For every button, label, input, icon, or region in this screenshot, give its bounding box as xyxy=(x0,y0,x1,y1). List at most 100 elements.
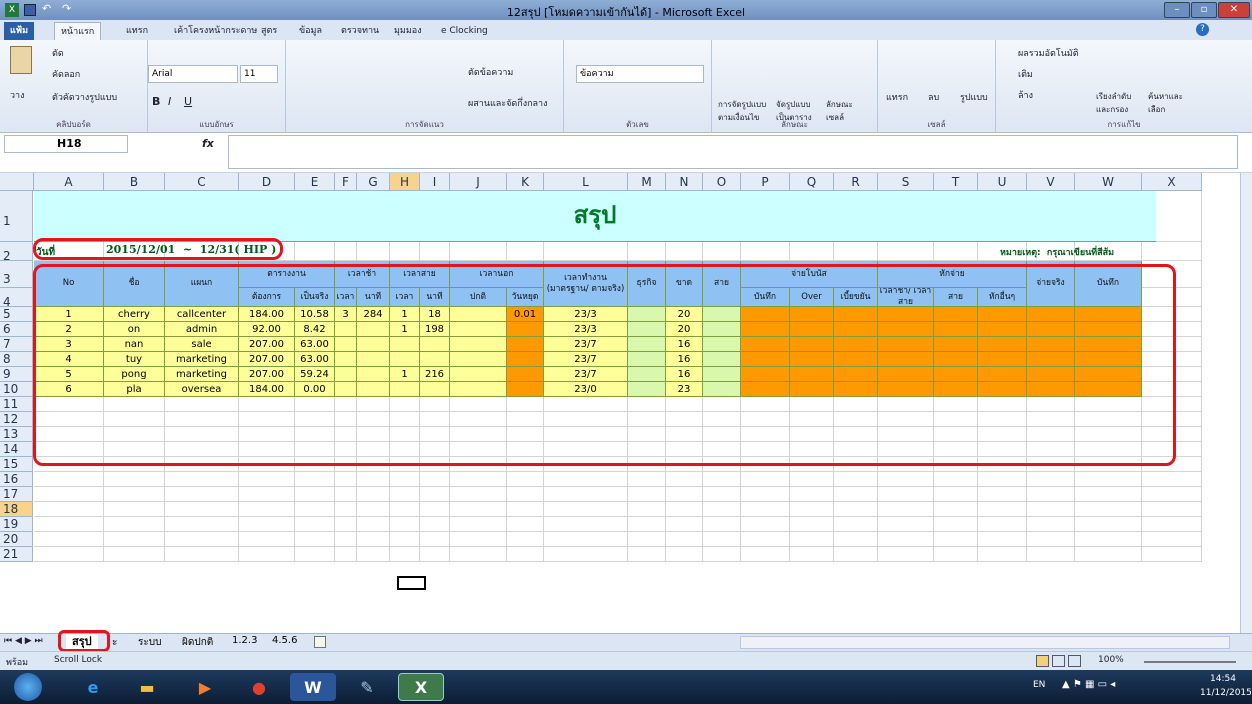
excel-taskbar-icon[interactable]: X xyxy=(398,673,444,701)
column-header[interactable]: W xyxy=(1075,173,1142,191)
column-header[interactable]: O xyxy=(703,173,741,191)
column-header[interactable]: F xyxy=(335,173,357,191)
name-box[interactable]: H18 xyxy=(4,135,128,153)
start-button-icon[interactable] xyxy=(14,673,42,701)
maximize-button[interactable]: ▫ xyxy=(1191,2,1217,18)
select-all-corner[interactable] xyxy=(0,173,34,191)
column-header[interactable]: B xyxy=(104,173,165,191)
column-header[interactable]: T xyxy=(934,173,978,191)
selected-cell-H18[interactable] xyxy=(397,576,426,590)
media-player-icon[interactable]: ▶ xyxy=(182,673,228,701)
ie-icon[interactable]: e xyxy=(70,673,116,701)
row-header[interactable]: 9 xyxy=(0,367,33,382)
tab-data[interactable]: ข้อมูล xyxy=(293,22,328,40)
column-header[interactable]: H xyxy=(390,173,420,191)
font-name-select[interactable]: Arial xyxy=(148,65,238,83)
minimize-button[interactable]: – xyxy=(1164,2,1190,18)
language-indicator[interactable]: EN xyxy=(1033,680,1045,690)
cut-button[interactable]: ตัด xyxy=(52,46,64,60)
column-header[interactable]: S xyxy=(878,173,934,191)
close-button[interactable]: ✕ xyxy=(1218,2,1250,18)
column-header[interactable]: M xyxy=(628,173,666,191)
fill-button[interactable]: เติม xyxy=(1018,67,1033,81)
row-header[interactable]: 19 xyxy=(0,517,33,532)
row-header[interactable]: 7 xyxy=(0,337,33,352)
column-header[interactable]: V xyxy=(1027,173,1075,191)
paste-button[interactable]: วาง xyxy=(10,88,25,102)
zoom-slider[interactable] xyxy=(1144,661,1236,663)
new-sheet-icon[interactable] xyxy=(314,636,326,648)
italic-button[interactable]: I xyxy=(168,95,171,108)
column-header[interactable]: E xyxy=(295,173,335,191)
font-size-select[interactable]: 11 xyxy=(240,65,278,83)
column-header[interactable]: J xyxy=(450,173,507,191)
page-layout-view-icon[interactable] xyxy=(1052,655,1065,667)
sheet-tab-456[interactable]: 4.5.6 xyxy=(272,635,297,646)
vertical-scrollbar[interactable] xyxy=(1240,173,1252,633)
sheet-tab-123[interactable]: 1.2.3 xyxy=(232,635,257,646)
copy-button[interactable]: คัดลอก xyxy=(52,67,80,81)
delete-cells-button[interactable]: ลบ xyxy=(928,90,939,104)
page-break-view-icon[interactable] xyxy=(1068,655,1081,667)
tab-page-layout[interactable]: เค้าโครงหน้ากระดาษ xyxy=(168,22,263,40)
number-format-select[interactable]: ข้อความ xyxy=(576,65,704,83)
worksheet-grid[interactable]: ABCDEFGHIJKLMNOPQRSTUVWX 1 2 3 4 5 6 7 8 9 10 11 12… xyxy=(0,173,1240,633)
tab-review[interactable]: ตรวจทาน xyxy=(335,22,385,40)
row-header[interactable]: 4 xyxy=(0,288,33,309)
column-header[interactable]: I xyxy=(420,173,450,191)
sheet-tab-2[interactable]: ะ xyxy=(112,635,117,650)
sheet-tab-abnormal[interactable]: ผิดปกติ xyxy=(182,635,213,650)
zoom-level[interactable]: 100% xyxy=(1098,655,1124,665)
row-header[interactable]: 14 xyxy=(0,442,33,457)
autosum-button[interactable]: ผลรวมอัตโนมัติ xyxy=(1018,46,1079,60)
explorer-icon[interactable]: ▬ xyxy=(124,673,170,701)
column-header[interactable]: D xyxy=(239,173,295,191)
underline-button[interactable]: U xyxy=(184,95,192,108)
format-cells-button[interactable]: รูปแบบ xyxy=(960,90,988,104)
row-header[interactable]: 1 xyxy=(0,191,33,242)
paint-icon[interactable]: ✎ xyxy=(344,673,390,701)
column-header[interactable]: N xyxy=(666,173,703,191)
clock-time[interactable]: 14:54 xyxy=(1210,674,1236,684)
format-painter-button[interactable]: ตัวคัดวางรูปแบบ xyxy=(52,90,117,104)
row-header[interactable]: 20 xyxy=(0,532,33,547)
row-header[interactable]: 13 xyxy=(0,427,33,442)
insert-cells-button[interactable]: แทรก xyxy=(886,90,908,104)
wrap-text-button[interactable]: ตัดข้อความ xyxy=(468,65,513,79)
row-header[interactable]: 15 xyxy=(0,457,33,472)
horizontal-scrollbar[interactable] xyxy=(740,636,1230,649)
column-header[interactable]: U xyxy=(978,173,1027,191)
formula-input[interactable] xyxy=(228,135,1238,169)
row-header[interactable]: 2 xyxy=(0,242,33,263)
tab-home[interactable]: หน้าแรก xyxy=(54,22,102,40)
row-header[interactable]: 18 xyxy=(0,502,33,517)
row-header[interactable]: 6 xyxy=(0,322,33,337)
column-header[interactable]: L xyxy=(544,173,628,191)
row-header[interactable]: 5 xyxy=(0,307,33,322)
column-header[interactable]: X xyxy=(1142,173,1202,191)
column-header[interactable]: R xyxy=(834,173,878,191)
tab-formulas[interactable]: สูตร xyxy=(255,22,283,40)
row-header[interactable]: 10 xyxy=(0,382,33,397)
clear-button[interactable]: ล้าง xyxy=(1018,88,1033,102)
bold-button[interactable]: B xyxy=(152,95,160,108)
help-icon[interactable]: ? xyxy=(1196,23,1209,36)
clock-date[interactable]: 11/12/2015 xyxy=(1200,688,1252,698)
chrome-icon[interactable]: ● xyxy=(236,673,282,701)
merge-center-button[interactable]: ผสานและจัดกึ่งกลาง xyxy=(468,96,548,110)
column-header[interactable]: A xyxy=(34,173,104,191)
tray-icons[interactable]: ▲ ⚑ ▦ ▭ ◂ xyxy=(1062,679,1115,690)
row-header[interactable]: 11 xyxy=(0,397,33,412)
tab-file[interactable]: แฟ้ม xyxy=(4,22,35,40)
row-header[interactable]: 16 xyxy=(0,472,33,487)
sort-filter-button[interactable]: เรียงลำดับ และกรอง xyxy=(1096,90,1144,116)
paste-icon[interactable] xyxy=(10,46,32,74)
tab-insert[interactable]: แทรก xyxy=(120,22,154,40)
row-header[interactable]: 3 xyxy=(0,261,33,288)
column-header[interactable]: G xyxy=(357,173,390,191)
row-header[interactable]: 8 xyxy=(0,352,33,367)
column-header[interactable]: P xyxy=(741,173,790,191)
tab-view[interactable]: มุมมอง xyxy=(388,22,428,40)
row-header[interactable]: 17 xyxy=(0,487,33,502)
word-icon[interactable]: W xyxy=(290,673,336,701)
